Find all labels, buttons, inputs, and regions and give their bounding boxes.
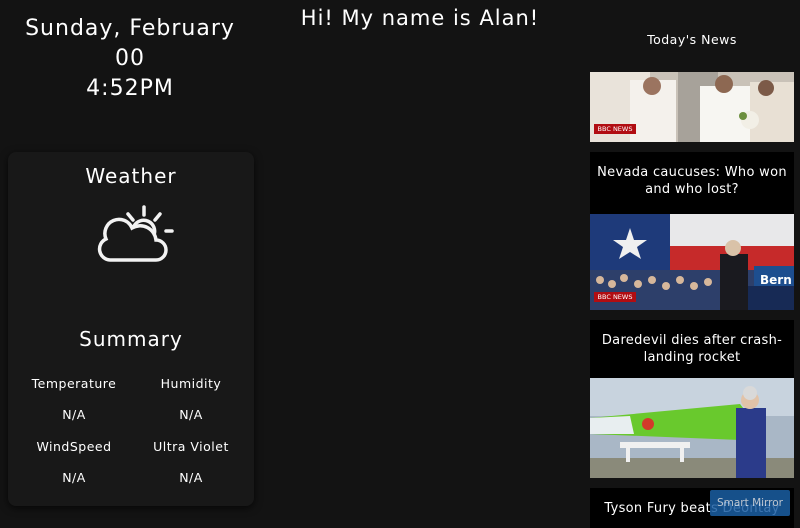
humidity-label: Humidity [160, 376, 222, 391]
clock: Sunday, February 00 4:52PM [0, 14, 260, 104]
smart-mirror-button[interactable]: Smart Mirror [710, 490, 790, 516]
greeting: Hi! My name is Alan! [300, 6, 540, 30]
news-image [590, 378, 794, 478]
smart-mirror-page: Sunday, February 00 4:52PM Hi! My name i… [0, 0, 800, 528]
news-item[interactable]: BBC NEWS [590, 72, 794, 142]
summary-title: Summary [79, 327, 183, 351]
news-item[interactable]: Nevada caucuses: Who won and who lost? B… [590, 152, 794, 310]
windspeed-value: N/A [62, 470, 86, 485]
weather-title: Weather [85, 164, 177, 188]
news-headline: Nevada caucuses: Who won and who lost? [597, 165, 787, 197]
ultra-violet-value: N/A [179, 470, 203, 485]
weather-card: Weather Summary Temperature Humidity N/A… [8, 152, 254, 506]
partly-cloudy-icon [97, 205, 174, 262]
windspeed-label: WindSpeed [36, 439, 112, 454]
bbc-news-badge: BBC NEWS [594, 292, 636, 302]
news-headline: Daredevil dies after crash-landing rocke… [601, 333, 783, 365]
news-item[interactable]: Daredevil dies after crash-landing rocke… [590, 320, 794, 478]
sign-text: Bern [760, 273, 792, 287]
clock-time: 4:52PM [86, 76, 174, 101]
bbc-news-badge: BBC NEWS [594, 124, 636, 134]
temperature-label: Temperature [31, 376, 117, 391]
news-feed[interactable]: Today's News BBC NEWS Nevada caucuses: W… [590, 0, 794, 528]
news-header: Today's News [647, 32, 737, 47]
clock-date: Sunday, February [25, 16, 235, 41]
humidity-value: N/A [179, 407, 203, 422]
clock-day: 00 [115, 46, 145, 71]
temperature-value: N/A [62, 407, 86, 422]
ultra-violet-label: Ultra Violet [153, 439, 229, 454]
